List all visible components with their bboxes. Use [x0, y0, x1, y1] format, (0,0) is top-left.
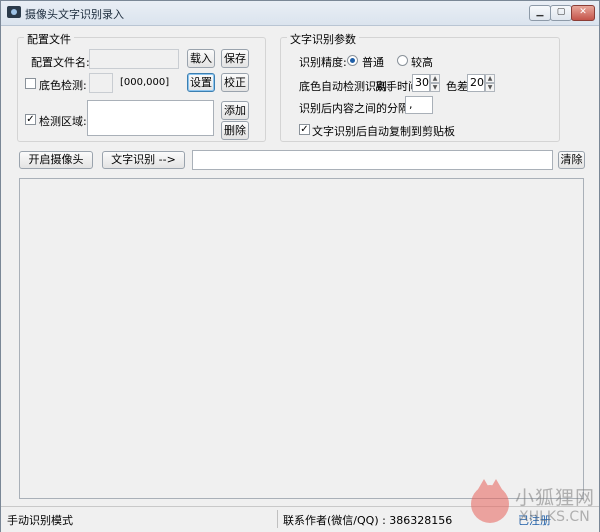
clear-button[interactable]: 清除 — [558, 151, 585, 169]
camera-app-icon — [7, 6, 21, 18]
color-diff-input[interactable]: 20 — [467, 74, 485, 92]
minimize-button[interactable]: ▁ — [529, 5, 551, 21]
precision-high-label: 较高 — [411, 56, 433, 69]
correct-button[interactable]: 校正 — [221, 73, 249, 92]
title-bar[interactable]: 摄像头文字识别录入 ▁ ▢ ✕ — [1, 1, 599, 26]
color-diff-label: 色差 — [446, 80, 468, 93]
bg-detect-checkbox[interactable] — [25, 78, 36, 89]
detect-area-checkbox[interactable]: ✓ — [25, 114, 36, 125]
detect-area-list[interactable] — [87, 100, 214, 136]
auto-copy-label: 文字识别后自动复制到剪贴板 — [312, 125, 455, 138]
load-button[interactable]: 载入 — [187, 49, 215, 68]
leave-time-spinner[interactable]: ▲ ▼ — [430, 74, 440, 92]
spin-down-icon[interactable]: ▼ — [485, 83, 495, 92]
detect-area-label: 检测区域: — [39, 115, 87, 128]
camera-preview-area[interactable] — [19, 178, 584, 499]
maximize-button[interactable]: ▢ — [550, 5, 572, 21]
status-contact: 联系作者(微信/QQ) : 386328156 — [283, 514, 453, 527]
bg-detect-label: 底色检测: — [39, 79, 87, 92]
window-title: 摄像头文字识别录入 — [25, 8, 124, 21]
site-watermark: 小狐狸网 XHLKS.CN — [461, 479, 599, 531]
status-divider — [277, 510, 278, 528]
watermark-subtext: XHLKS.CN — [519, 509, 590, 525]
app-window: 摄像头文字识别录入 ▁ ▢ ✕ 配置文件 配置文件名: 载入 保存 底色检测: … — [0, 0, 600, 532]
config-file-field[interactable] — [89, 49, 179, 69]
status-mode: 手动识别模式 — [7, 514, 73, 527]
precision-normal-radio[interactable] — [347, 55, 358, 66]
config-file-label: 配置文件名: — [31, 56, 90, 69]
config-group-title: 配置文件 — [24, 31, 74, 47]
delete-button[interactable]: 删除 — [221, 121, 249, 140]
color-diff-spinner[interactable]: ▲ ▼ — [485, 74, 495, 92]
precision-normal-label: 普通 — [362, 56, 384, 69]
separator-input[interactable]: , — [405, 96, 433, 114]
auto-copy-checkbox[interactable]: ✓ — [299, 124, 310, 135]
precision-high-radio[interactable] — [397, 55, 408, 66]
ocr-group-title: 文字识别参数 — [287, 31, 359, 47]
spin-down-icon[interactable]: ▼ — [430, 83, 440, 92]
fox-logo-icon — [471, 479, 509, 523]
leave-time-input[interactable]: 30 — [412, 74, 430, 92]
save-button[interactable]: 保存 — [221, 49, 249, 68]
add-button[interactable]: 添加 — [221, 101, 249, 120]
precision-label: 识别精度: — [299, 56, 347, 69]
set-button[interactable]: 设置 — [187, 73, 215, 92]
close-button[interactable]: ✕ — [571, 5, 595, 21]
bg-color-rgb: [000,000] — [120, 77, 170, 88]
bg-color-swatch — [89, 73, 113, 93]
watermark-text: 小狐狸网 — [515, 487, 596, 509]
spin-up-icon[interactable]: ▲ — [485, 74, 495, 83]
result-field[interactable] — [192, 150, 553, 170]
recognize-button[interactable]: 文字识别 --> — [102, 151, 185, 169]
open-camera-button[interactable]: 开启摄像头 — [19, 151, 93, 169]
spin-up-icon[interactable]: ▲ — [430, 74, 440, 83]
